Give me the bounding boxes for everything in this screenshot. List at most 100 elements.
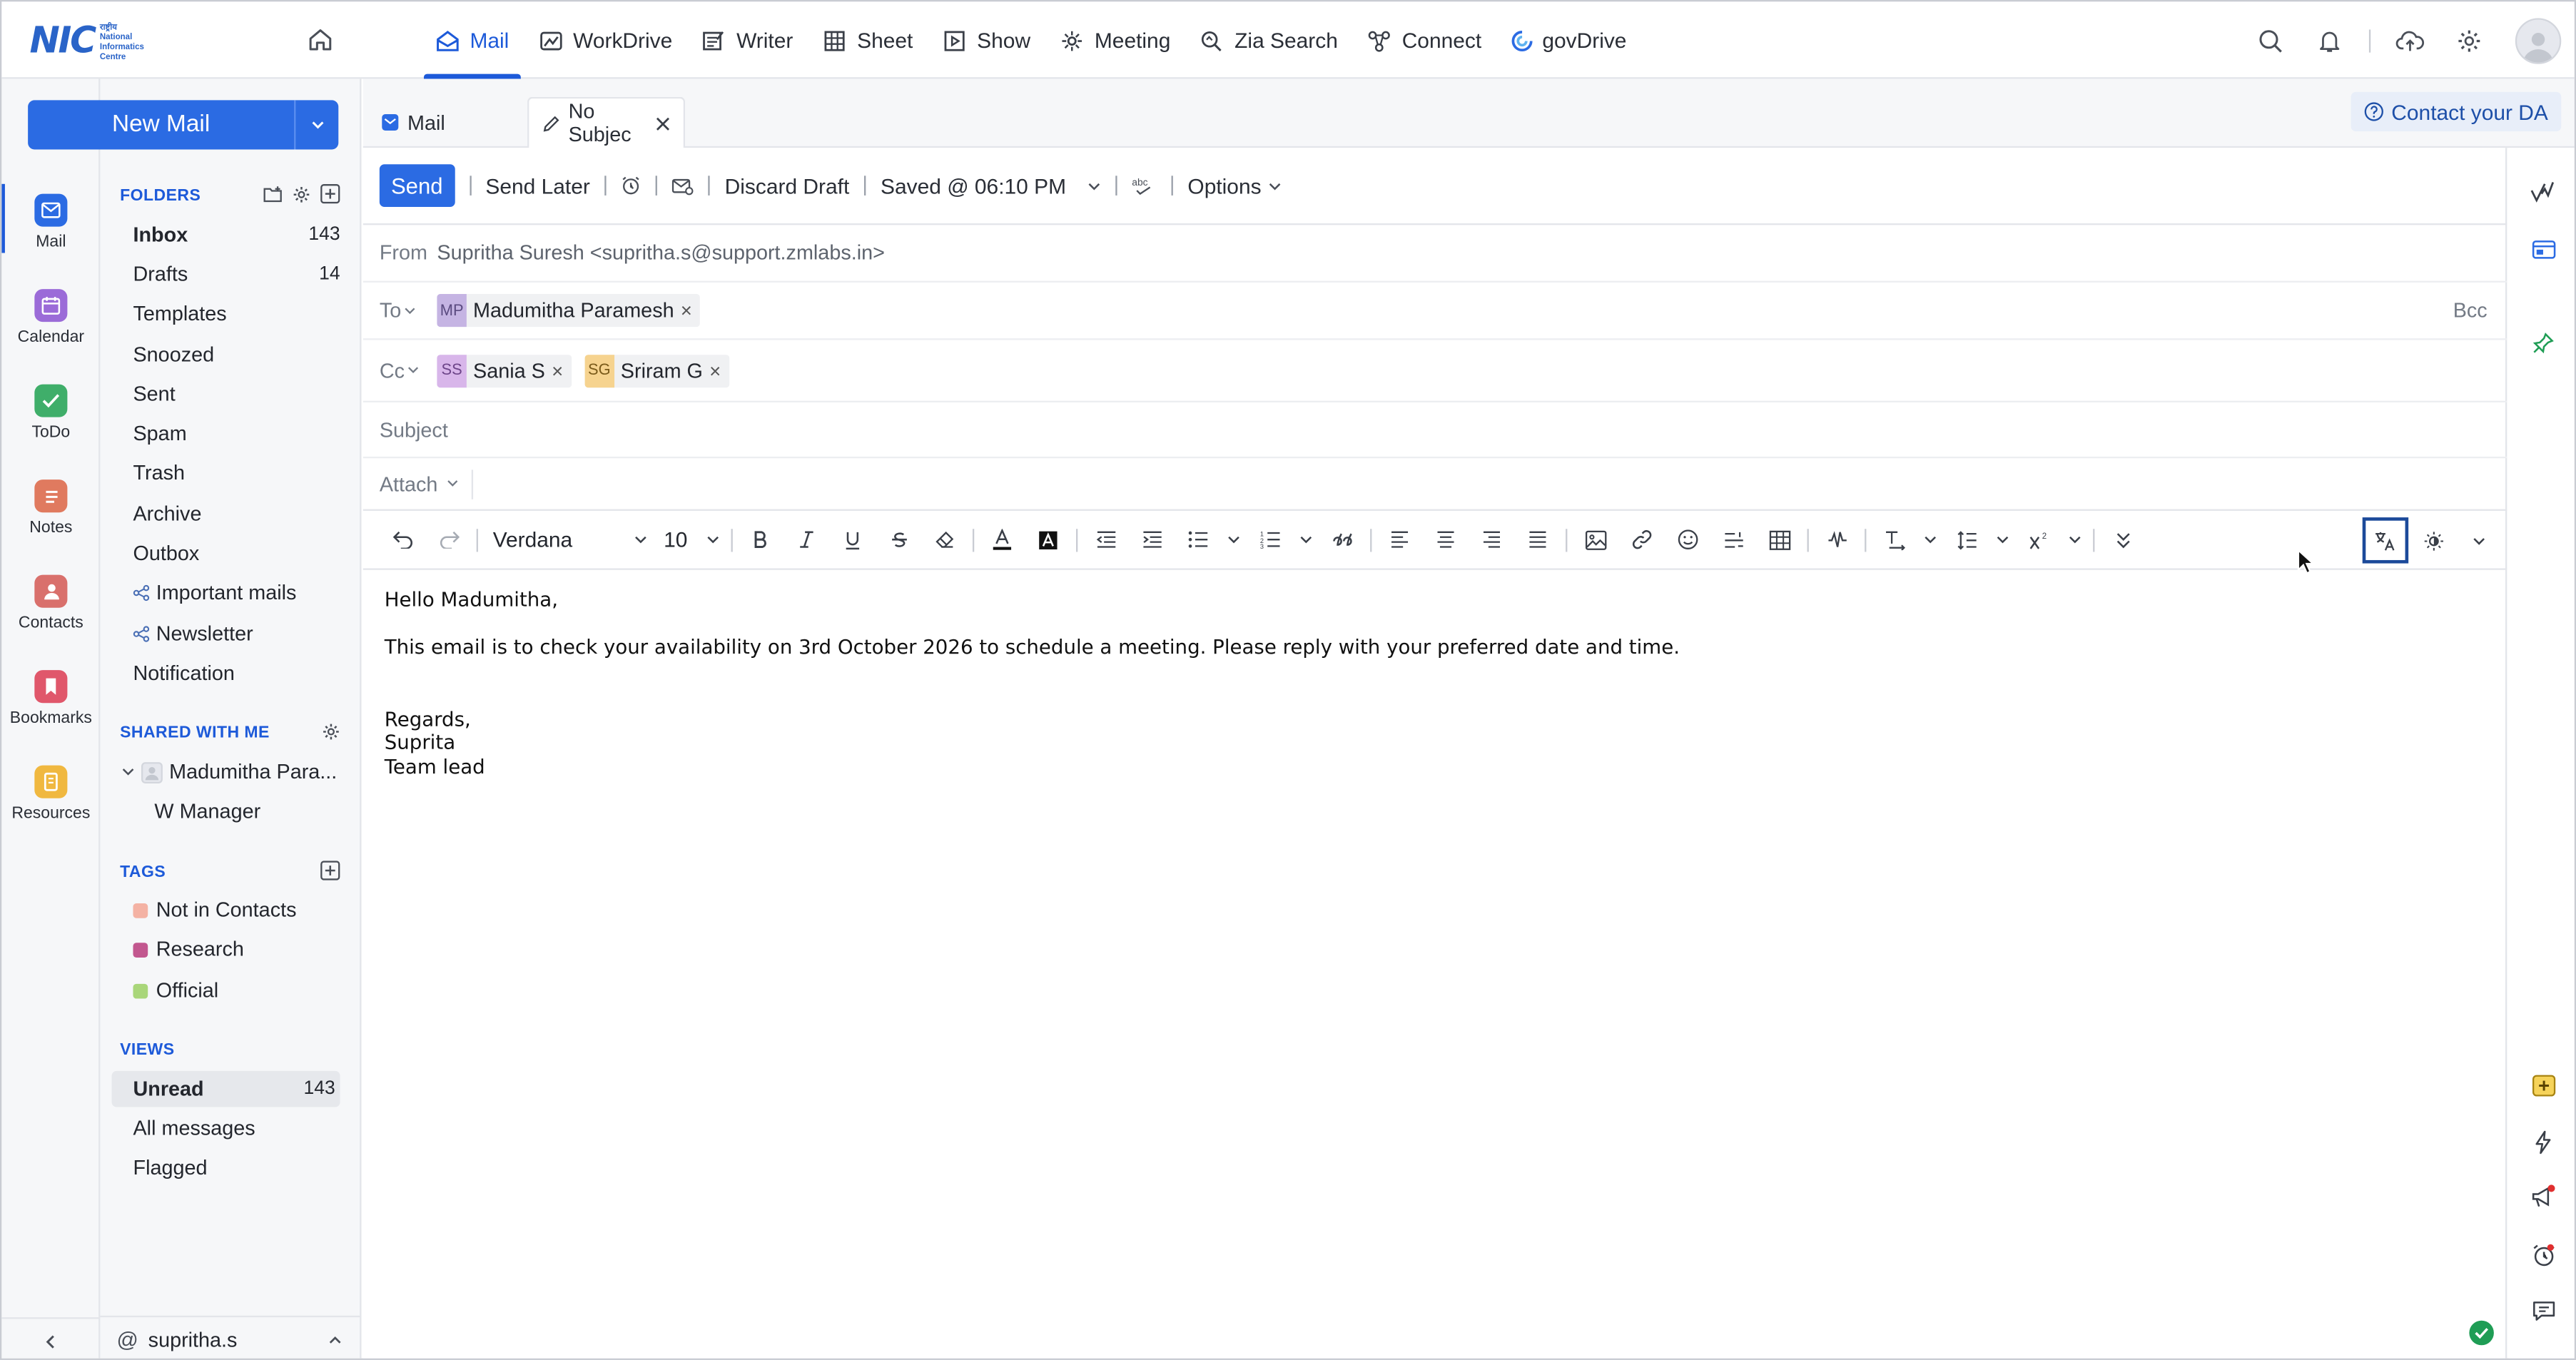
add-icon[interactable]	[320, 861, 340, 881]
rail-item-notes[interactable]: Notes	[1, 479, 100, 537]
rail-item-bookmarks[interactable]: Bookmarks	[1, 670, 100, 728]
view-item-all-messages[interactable]: All messages	[133, 1110, 340, 1147]
app-tab-show[interactable]: Show	[928, 1, 1045, 78]
bulleted-list-icon[interactable]	[1175, 518, 1220, 561]
read-receipt-icon[interactable]	[672, 176, 694, 195]
new-mail-button[interactable]: New Mail	[28, 100, 339, 150]
folder-item-important-mails[interactable]: Important mails	[133, 575, 340, 612]
blockquote-icon[interactable]	[1319, 518, 1365, 561]
view-item-unread[interactable]: Unread 143	[111, 1070, 340, 1107]
shared-folder-item[interactable]: W Manager	[154, 793, 335, 830]
horizontal-line-icon[interactable]	[1710, 518, 1756, 561]
folder-item-notification[interactable]: Notification	[133, 655, 340, 691]
folder-item-inbox[interactable]: Inbox 143	[133, 217, 340, 253]
gear-icon[interactable]	[293, 185, 310, 203]
discard-draft-button[interactable]: Discard Draft	[725, 173, 850, 198]
rail-item-todo[interactable]: ToDo	[1, 384, 100, 442]
add-icon[interactable]	[320, 184, 340, 204]
home-icon[interactable]	[308, 26, 334, 53]
align-justify-icon[interactable]	[1515, 518, 1561, 561]
cloud-upload-icon[interactable]	[2380, 27, 2440, 54]
underline-icon[interactable]	[830, 518, 876, 561]
email-body-editor[interactable]: Hello Madumitha, This email is to check …	[385, 588, 1680, 778]
send-button[interactable]: Send	[379, 164, 455, 208]
more-options-icon[interactable]	[2099, 518, 2145, 561]
outdent-icon[interactable]	[1082, 518, 1128, 561]
shared-owner-item[interactable]: Madumitha Para...	[121, 754, 351, 791]
user-avatar[interactable]	[2515, 17, 2562, 64]
folder-item-sent[interactable]: Sent	[133, 376, 340, 412]
send-later-button[interactable]: Send Later	[485, 173, 589, 198]
tag-item-research[interactable]: Research	[133, 931, 340, 968]
chat-icon[interactable]	[2527, 1294, 2560, 1327]
tab-mail[interactable]: Mail	[368, 97, 526, 148]
highlight-color-icon[interactable]	[1025, 518, 1071, 561]
redo-icon[interactable]	[425, 518, 471, 561]
collapse-sidebar-button[interactable]	[1, 1317, 101, 1359]
new-folder-icon[interactable]	[263, 185, 283, 203]
chevron-down-icon[interactable]	[1989, 518, 2016, 561]
chevron-down-icon[interactable]	[1917, 518, 1944, 561]
app-tab-connect[interactable]: Connect	[1353, 1, 1496, 78]
rail-item-contacts[interactable]: Contacts	[1, 574, 100, 632]
folder-item-trash[interactable]: Trash	[133, 455, 340, 492]
chevron-down-icon[interactable]	[2062, 518, 2088, 561]
align-right-icon[interactable]	[1469, 518, 1514, 561]
numbered-list-icon[interactable]: 123	[1247, 518, 1292, 561]
signature-icon[interactable]	[2527, 176, 2560, 208]
contact-da-button[interactable]: Contact your DA	[2350, 91, 2562, 132]
reminder-icon[interactable]	[622, 176, 642, 196]
subject-input[interactable]: Subject	[380, 418, 448, 441]
app-tab-writer[interactable]: Writer	[687, 1, 808, 78]
folder-item-snoozed[interactable]: Snoozed	[133, 337, 340, 373]
indent-icon[interactable]	[1129, 518, 1175, 561]
tag-item-not-in-contacts[interactable]: Not in Contacts	[133, 892, 340, 928]
lightning-icon[interactable]	[2527, 1125, 2560, 1158]
account-switcher[interactable]: @ supritha.s	[100, 1315, 362, 1359]
insert-table-icon[interactable]	[1756, 518, 1802, 561]
chevron-down-icon[interactable]	[1293, 518, 1319, 561]
tag-item-official[interactable]: Official	[133, 973, 340, 1009]
folder-item-spam[interactable]: Spam	[133, 415, 340, 452]
spellcheck-icon[interactable]: abc	[1132, 176, 1157, 196]
folder-item-newsletter[interactable]: Newsletter	[133, 616, 340, 652]
rail-item-calendar[interactable]: Calendar	[1, 289, 100, 347]
close-icon[interactable]	[656, 116, 671, 131]
saved-status-dropdown[interactable]: Saved @ 06:10 PM	[881, 173, 1100, 198]
theme-toggle-icon[interactable]	[2410, 519, 2455, 562]
app-tab-zia-search[interactable]: Zia Search	[1185, 1, 1353, 78]
app-tab-sheet[interactable]: Sheet	[808, 1, 928, 78]
app-tab-mail[interactable]: Mail	[420, 1, 524, 79]
voice-wave-icon[interactable]	[1814, 518, 1860, 561]
line-spacing-icon[interactable]	[1944, 518, 1989, 561]
folder-item-drafts[interactable]: Drafts 14	[133, 256, 340, 293]
superscript-icon[interactable]: 2	[2016, 518, 2062, 561]
view-item-flagged[interactable]: Flagged	[133, 1150, 340, 1186]
text-direction-icon[interactable]	[1871, 518, 1917, 561]
remove-recipient-icon[interactable]: ×	[681, 299, 692, 322]
tab-no-subject-draft[interactable]: No Subjec	[527, 96, 686, 148]
add-widget-icon[interactable]	[2527, 1070, 2560, 1102]
folder-item-templates[interactable]: Templates	[133, 295, 340, 332]
gear-icon[interactable]	[2440, 27, 2499, 54]
chevron-down-icon[interactable]	[2466, 519, 2493, 562]
bell-icon[interactable]	[2300, 27, 2359, 54]
nic-logo[interactable]: NIC राष्ट्रीय National Informatics Centr…	[29, 21, 143, 63]
text-color-icon[interactable]	[979, 518, 1025, 561]
italic-icon[interactable]	[784, 518, 829, 561]
bold-icon[interactable]	[738, 518, 784, 561]
alarm-clock-icon[interactable]	[2527, 1239, 2560, 1272]
app-tab-workdrive[interactable]: WorkDrive	[524, 1, 687, 78]
pin-icon[interactable]	[2527, 327, 2560, 360]
app-tab-meeting[interactable]: Meeting	[1045, 1, 1185, 78]
attach-dropdown[interactable]: Attach	[380, 472, 460, 495]
insert-link-icon[interactable]	[1618, 518, 1664, 561]
chevron-down-icon[interactable]	[1221, 518, 1247, 561]
align-center-icon[interactable]	[1423, 518, 1469, 561]
bcc-toggle[interactable]: Bcc	[2453, 299, 2488, 322]
rail-item-mail[interactable]: Mail	[1, 183, 100, 253]
font-size-select[interactable]: 10	[654, 527, 726, 552]
recipient-chip[interactable]: SG Sriram G ×	[584, 354, 729, 387]
undo-icon[interactable]	[380, 518, 425, 561]
align-left-icon[interactable]	[1376, 518, 1422, 561]
